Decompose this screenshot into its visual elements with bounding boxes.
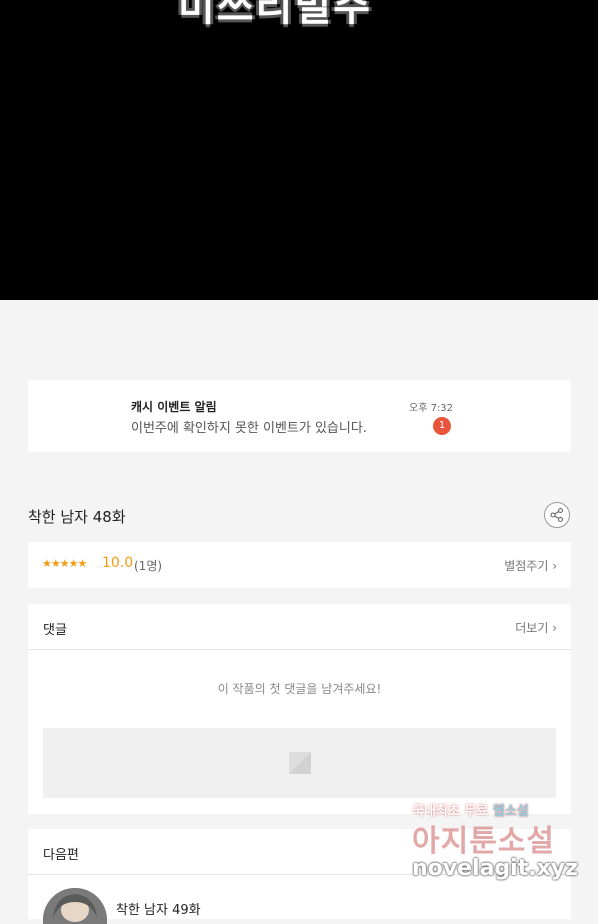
next-episode-thumbnail[interactable]	[43, 888, 107, 924]
notification-title: 캐시 이벤트 알림	[131, 400, 217, 414]
share-button[interactable]	[544, 502, 570, 528]
star-rating-icon: ★★★★★	[42, 557, 87, 570]
comments-title: 댓글	[43, 623, 67, 638]
rate-button[interactable]: 별점주기 ›	[504, 557, 557, 574]
notification-time: 오후 7:32	[409, 403, 454, 414]
comment-placeholder-icon	[289, 752, 311, 774]
comic-panel: 미쓰리빌주	[0, 0, 598, 300]
thumbnail-image	[43, 888, 107, 924]
episode-title: 착한 남자 48화	[28, 508, 126, 526]
rating-count: (1명)	[134, 559, 163, 573]
comments-empty-text: 이 작품의 첫 댓글을 남겨주세요!	[217, 682, 382, 696]
rating-bar: ★★★★★ 10.0 (1명) 별점주기 ›	[28, 542, 571, 588]
notification-message: 이번주에 확인하지 못한 이벤트가 있습니다.	[131, 421, 367, 436]
comments-more-link[interactable]: 더보기 ›	[515, 619, 557, 636]
notification-card[interactable]: 캐시 이벤트 알림 이번주에 확인하지 못한 이벤트가 있습니다. 오후 7:3…	[28, 380, 571, 452]
next-episode-heading: 다음편	[43, 848, 79, 863]
next-episode-header: 다음편	[28, 829, 571, 875]
comic-text: 미쓰리빌주	[178, 0, 372, 30]
comments-section: 댓글 더보기 › 이 작품의 첫 댓글을 남겨주세요!	[28, 604, 571, 814]
share-icon	[550, 507, 564, 523]
comments-header: 댓글 더보기 ›	[28, 604, 571, 650]
next-episode-title[interactable]: 착한 남자 49화	[116, 899, 201, 918]
comment-input-box[interactable]	[43, 728, 556, 798]
rating-score: 10.0	[102, 555, 134, 571]
notification-badge: 1	[433, 417, 451, 435]
